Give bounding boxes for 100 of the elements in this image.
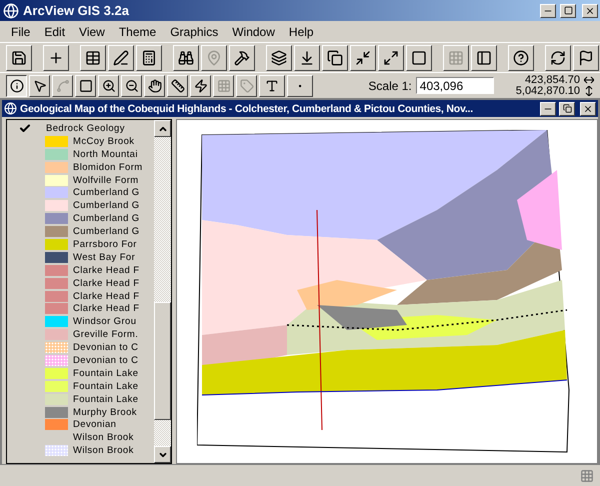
hand-icon: [148, 78, 162, 92]
grid-icon: [216, 78, 230, 92]
toolbar-button[interactable]: [266, 44, 292, 70]
toolbar-button[interactable]: [573, 44, 599, 70]
legend-label: Devonian to C: [73, 342, 138, 354]
ruler-icon: [170, 78, 184, 92]
restore-icon: [562, 104, 572, 113]
help-icon: [513, 50, 529, 66]
flag-icon: [578, 50, 594, 66]
save-icon: [11, 50, 27, 66]
resize-grip-icon: [580, 468, 594, 482]
maximize-icon: [564, 6, 572, 15]
close-button[interactable]: [582, 4, 598, 18]
legend-label: Wilson Brook: [73, 445, 134, 456]
menu-item[interactable]: File: [4, 24, 38, 38]
toolbar-button[interactable]: [80, 44, 106, 70]
toolbar-button[interactable]: [43, 44, 69, 70]
legend-label: Fountain Lake: [73, 380, 138, 392]
close-icon: [583, 104, 593, 114]
legend-label: North Mountai: [73, 148, 138, 160]
lightning-icon: [194, 78, 208, 92]
view-title: Geological Map of the Cobequid Highlands - Colchester, Cumberland & Pictou Counties, Nov...: [20, 102, 474, 114]
panel-icon: [476, 50, 492, 66]
toolbar-button[interactable]: [6, 44, 32, 70]
scale-field[interactable]: 403,096: [416, 77, 494, 94]
toolbar-button[interactable]: [108, 44, 134, 70]
legend-label: Clarke Head F: [73, 290, 140, 302]
menu-item[interactable]: Theme: [112, 24, 164, 38]
text-tool-icon: [265, 78, 279, 92]
legend-label: Greville Form.: [73, 329, 138, 340]
minimize-button[interactable]: [540, 4, 556, 18]
layers-icon: [271, 50, 287, 66]
expand-icon: [383, 50, 399, 66]
map-canvas[interactable]: [176, 119, 598, 464]
legend-label: Devonian to C: [73, 354, 138, 366]
legend-label: Devonian: [73, 419, 116, 430]
info-icon: [10, 78, 24, 92]
legend-label: Windsor Grou: [73, 316, 136, 328]
binoculars-icon: [178, 50, 194, 66]
pin-icon: [206, 50, 222, 66]
globe-icon: [3, 2, 19, 18]
calculator-icon: [141, 50, 157, 66]
x-coordinate: 423,854.70: [524, 74, 580, 86]
legend-label: Cumberland G: [73, 187, 140, 198]
hammer-icon: [234, 50, 250, 66]
toolbar-button[interactable]: [294, 44, 320, 70]
toolbar-button[interactable]: [471, 44, 497, 70]
zoom-in-icon: [102, 78, 116, 92]
y-coordinate: 5,042,870.10: [516, 86, 580, 96]
menu-item[interactable]: Help: [282, 24, 321, 38]
square-icon: [78, 78, 92, 92]
legend-label: Cumberland G: [73, 200, 140, 212]
legend-label: Wolfville Form: [73, 174, 139, 186]
theme-checkbox[interactable]: [19, 122, 31, 134]
pointer-icon: [32, 78, 46, 92]
legend-label: Fountain Lake: [73, 394, 138, 405]
toolbar-button[interactable]: [378, 44, 404, 70]
restore-button[interactable]: [559, 102, 575, 116]
toolbar-button[interactable]: [508, 44, 534, 70]
toolbar-button[interactable]: [229, 44, 255, 70]
legend-label: Cumberland G: [73, 226, 140, 238]
close-button[interactable]: [580, 102, 596, 116]
toolbar-button[interactable]: [406, 44, 432, 70]
refresh-icon: [550, 50, 566, 66]
pen-icon: [113, 50, 129, 66]
scroll-up-button[interactable]: [154, 120, 171, 137]
zoom-out-icon: [124, 78, 138, 92]
tag-icon: [240, 78, 254, 92]
toolbar-button[interactable]: [545, 44, 571, 70]
legend-label: Clarke Head F: [73, 303, 140, 314]
globe-icon: [4, 102, 17, 115]
legend-label: Clarke Head F: [73, 278, 140, 289]
legend-label: Blomidon Form: [73, 162, 143, 173]
scale-label: Scale 1:: [368, 78, 412, 92]
maximize-button[interactable]: [560, 4, 576, 18]
scroll-down-button[interactable]: [154, 446, 171, 463]
shrink-icon: [355, 50, 371, 66]
minimize-button[interactable]: [540, 102, 556, 116]
menu-item[interactable]: Edit: [37, 24, 72, 38]
legend-label: Murphy Brook: [73, 406, 137, 418]
menu-item[interactable]: Window: [225, 24, 282, 38]
menu-item[interactable]: Graphics: [163, 24, 226, 38]
toolbar-button[interactable]: [350, 44, 376, 70]
close-icon: [585, 6, 595, 16]
legend-label: Wilson Brook: [73, 432, 134, 444]
legend-label: Cumberland G: [73, 213, 140, 224]
legend-label: Fountain Lake: [73, 368, 138, 379]
scrollbar-thumb[interactable]: [154, 302, 171, 420]
legend-label: Clarke Head F: [73, 264, 140, 276]
toolbar-button[interactable]: [322, 44, 348, 70]
square-icon: [411, 50, 427, 66]
toolbar-button[interactable]: [173, 44, 199, 70]
legend-label: Parrsboro For: [73, 238, 137, 250]
tool-button[interactable]: [6, 74, 27, 96]
vertical-arrow-icon: [584, 86, 594, 96]
toolbar-button[interactable]: [136, 44, 162, 70]
horizontal-arrow-icon: [584, 76, 594, 84]
legend-label: West Bay For: [73, 252, 136, 263]
menu-item[interactable]: View: [72, 24, 112, 38]
theme-name: Bedrock Geology: [46, 122, 125, 134]
